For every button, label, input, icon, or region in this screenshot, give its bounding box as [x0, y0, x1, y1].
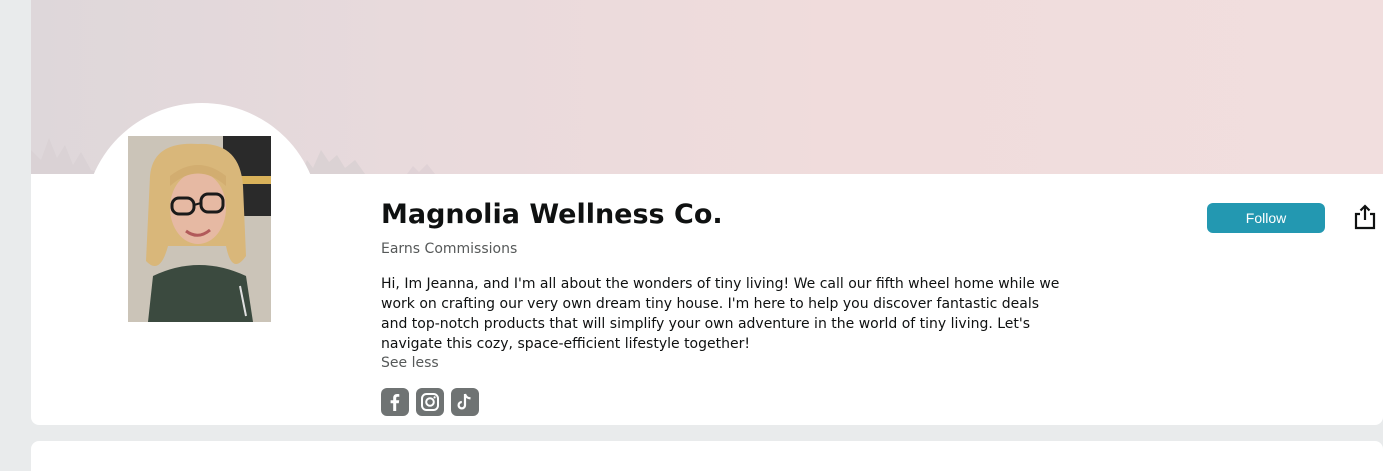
earns-commissions-label: Earns Commissions [381, 241, 518, 257]
see-less-link[interactable]: See less [381, 355, 439, 371]
social-links [381, 388, 479, 416]
next-section-card [31, 441, 1383, 471]
instagram-icon[interactable] [416, 388, 444, 416]
share-icon[interactable] [1351, 203, 1379, 231]
follow-button[interactable]: Follow [1207, 203, 1325, 233]
avatar [128, 136, 271, 322]
profile-name: Magnolia Wellness Co. [381, 199, 723, 230]
profile-bio: Hi, Im Jeanna, and I'm all about the won… [381, 276, 1060, 352]
facebook-icon[interactable] [381, 388, 409, 416]
profile-card: Magnolia Wellness Co. Earns Commissions … [31, 0, 1383, 425]
tiktok-icon[interactable] [451, 388, 479, 416]
